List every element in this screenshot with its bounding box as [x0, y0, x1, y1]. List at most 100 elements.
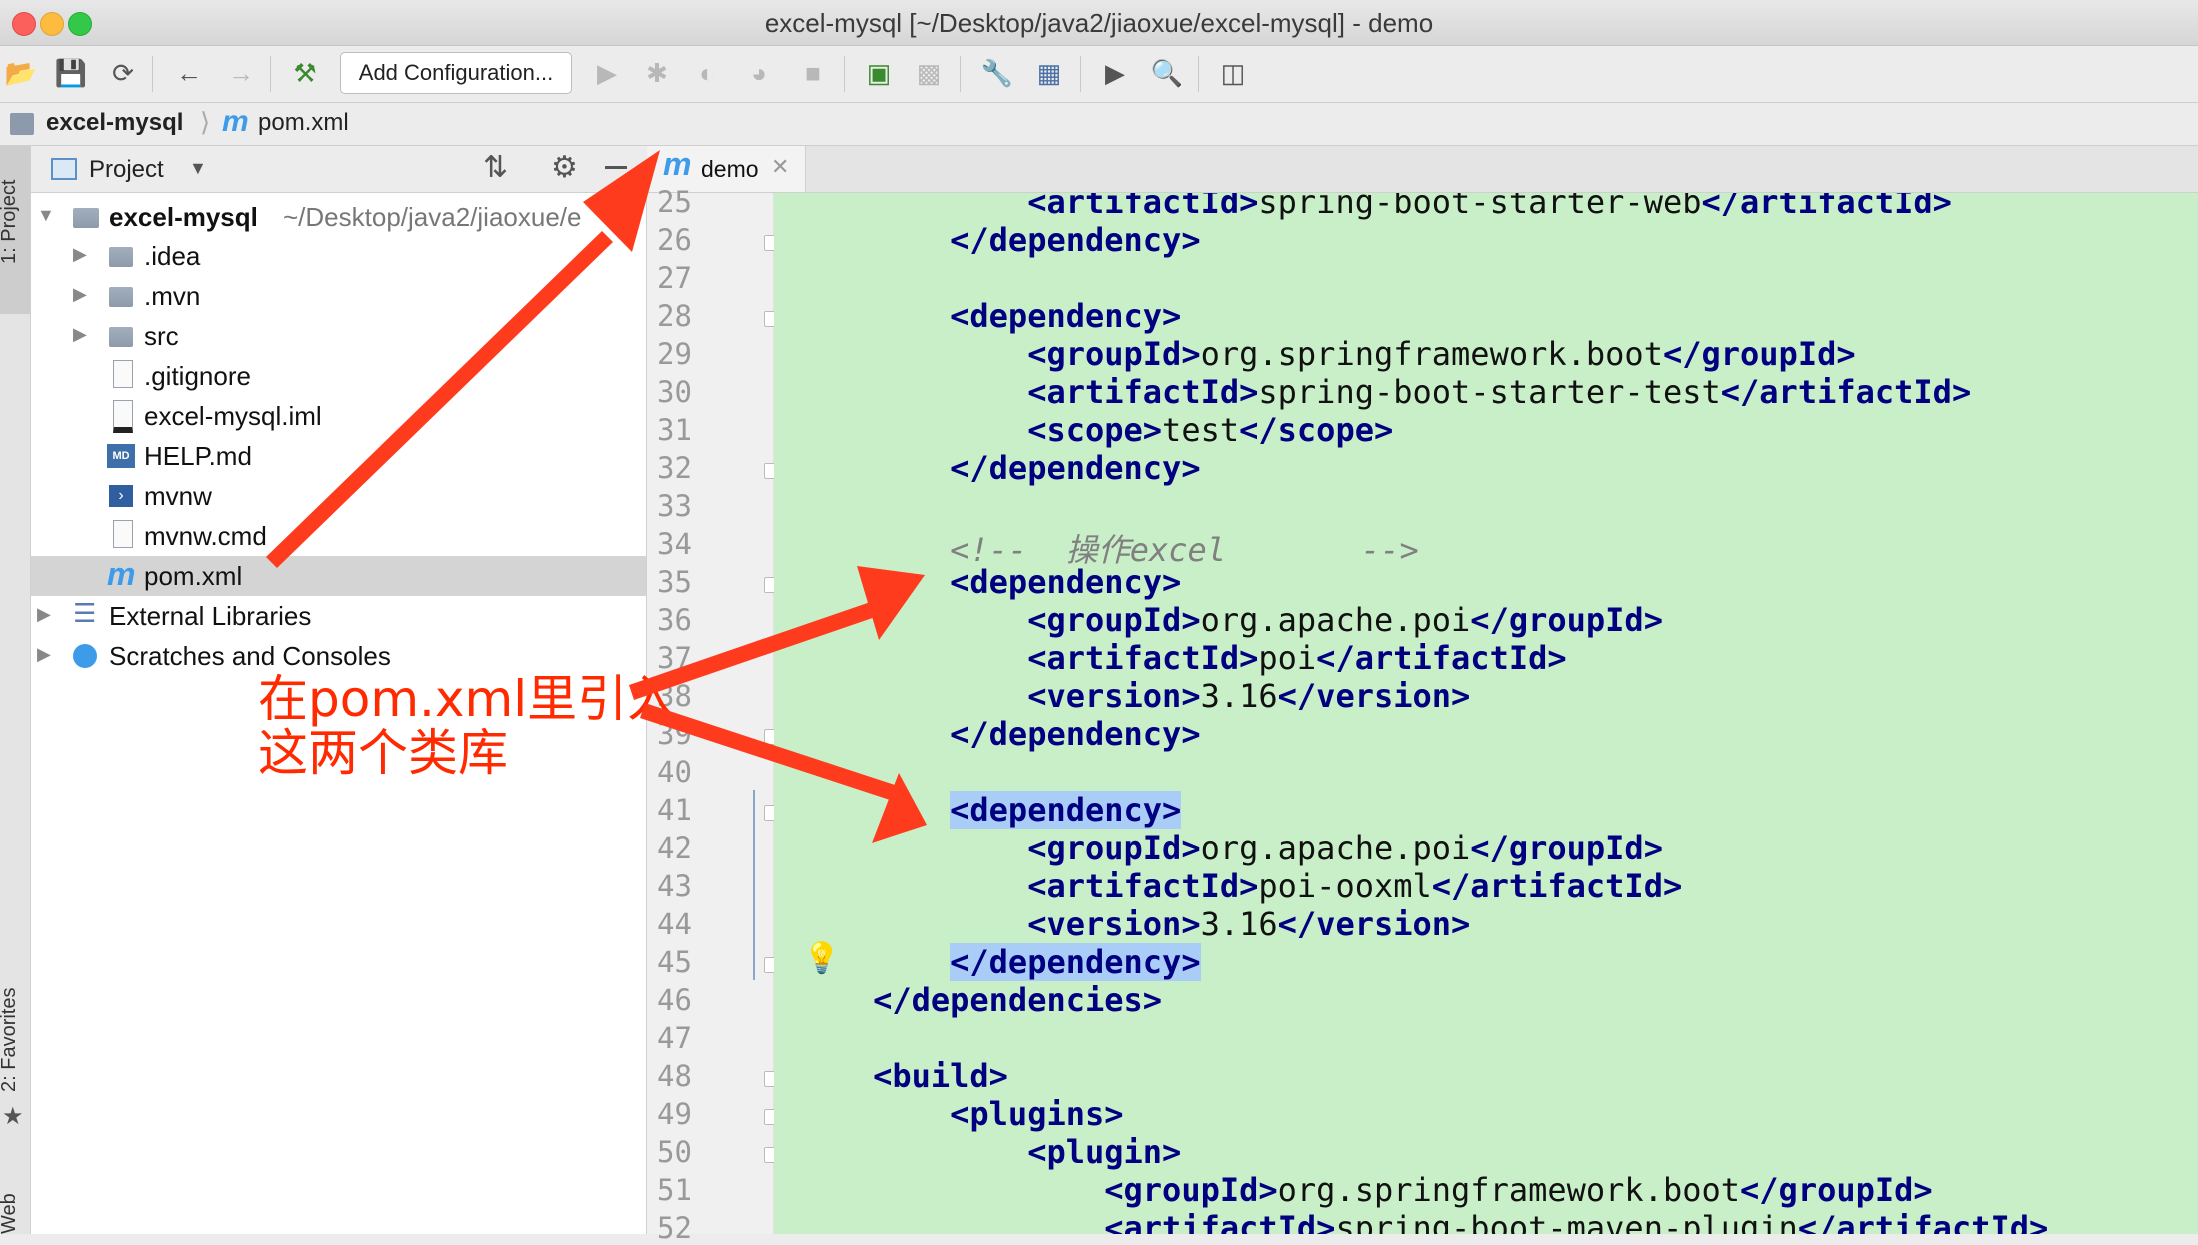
code-line[interactable]: <artifactId>poi</artifactId> [796, 639, 1567, 677]
lightbulb-intention-icon[interactable]: 💡 [803, 941, 840, 976]
code-line[interactable]: <plugin> [796, 1133, 1181, 1171]
tree-item[interactable]: excel-mysql.iml [31, 396, 646, 436]
back-icon[interactable]: ← [172, 56, 206, 90]
save-icon[interactable]: 💾 [54, 56, 88, 90]
title-bar: excel-mysql [~/Desktop/java2/jiaoxue/exc… [0, 0, 2198, 46]
tree-item[interactable]: .gitignore [31, 356, 646, 396]
tree-item[interactable]: MD HELP.md [31, 436, 646, 476]
code-token: </groupId> [1740, 1171, 1933, 1209]
project-structure-icon[interactable]: ▦ [1032, 56, 1066, 90]
hide-panel-icon[interactable] [605, 166, 627, 169]
code-line[interactable]: <build> [796, 1057, 1008, 1095]
project-tool-tab-label[interactable]: 1: Project [0, 180, 21, 264]
update-icon[interactable]: ▩ [912, 56, 946, 90]
breadcrumb-file[interactable]: pom.xml [258, 109, 349, 137]
code-line[interactable]: <groupId>org.apache.poi</groupId> [796, 601, 1663, 639]
run-icon[interactable]: ▶ [590, 56, 624, 90]
collapsed-arrow-icon[interactable]: ▶ [37, 644, 51, 665]
code-token: <artifactId> [1027, 867, 1259, 905]
code-line[interactable]: <version>3.16</version> [796, 677, 1470, 715]
line-number: 51 [657, 1173, 692, 1207]
code-line[interactable]: <groupId>org.springframework.boot</group… [796, 1171, 1933, 1209]
collapsed-arrow-icon[interactable]: ▶ [73, 284, 87, 305]
tree-root-row[interactable]: ▼ excel-mysql ~/Desktop/java2/jiaoxue/e [31, 197, 646, 237]
code-token: <plugin> [1027, 1133, 1182, 1171]
code-line[interactable]: </dependency> [796, 715, 1200, 753]
project-view-selector[interactable]: Project [89, 156, 164, 184]
code-token: spring-boot-starter-test [1258, 373, 1721, 411]
tree-item[interactable]: mvnw.cmd [31, 516, 646, 556]
code-line[interactable]: </dependencies> [796, 981, 1162, 1019]
tree-item-label: Scratches and Consoles [109, 641, 391, 671]
tree-item-label: .gitignore [144, 361, 251, 391]
line-number: 32 [657, 451, 692, 485]
chevron-down-icon[interactable]: ▼ [189, 158, 207, 179]
breadcrumb-separator: ⟩ [200, 107, 211, 137]
window-title: excel-mysql [~/Desktop/java2/jiaoxue/exc… [764, 8, 1434, 38]
code-line[interactable]: <scope>test</scope> [796, 411, 1393, 449]
code-line[interactable]: <dependency> [796, 297, 1181, 335]
wrench-settings-icon[interactable]: 🔧 [980, 56, 1014, 90]
open-folder-icon[interactable]: 📂 [4, 56, 38, 90]
web-tool-tab-label[interactable]: Web [0, 1193, 21, 1234]
deploy-icon[interactable]: ▣ [862, 56, 896, 90]
code-line[interactable]: <artifactId>poi-ooxml</artifactId> [796, 867, 1682, 905]
code-line[interactable]: <plugins> [796, 1095, 1123, 1133]
run-configuration-selector[interactable]: Add Configuration... [340, 52, 572, 94]
code-line[interactable]: <groupId>org.apache.poi</groupId> [796, 829, 1663, 867]
code-line[interactable]: </dependency> [796, 449, 1200, 487]
code-line[interactable]: <dependency> [796, 563, 1181, 601]
profile-icon[interactable]: ◕ [742, 56, 776, 90]
code-token: </artifactId> [1316, 639, 1567, 677]
tree-item-label: src [144, 321, 179, 351]
code-line[interactable]: <dependency> [796, 791, 1182, 829]
expand-arrow-icon[interactable]: ▼ [37, 205, 55, 226]
matched-tag-marker [753, 790, 755, 980]
code-token: </dependency> [950, 221, 1201, 259]
collapsed-arrow-icon[interactable]: ▶ [37, 604, 51, 625]
build-hammer-icon[interactable]: ⚒ [288, 56, 322, 90]
breadcrumb-project[interactable]: excel-mysql [46, 109, 183, 137]
line-number: 46 [657, 983, 692, 1017]
tree-item[interactable]: ▶ .idea [31, 236, 646, 276]
code-token: </artifactId> [1431, 867, 1683, 905]
vcs-icon[interactable]: ◫ [1216, 56, 1250, 90]
close-tab-icon[interactable]: ✕ [771, 154, 789, 180]
forward-icon[interactable]: → [224, 56, 258, 90]
terminal-icon[interactable]: ▶ [1098, 56, 1132, 90]
coverage-icon[interactable]: ◐ [690, 56, 724, 90]
folder-icon [109, 327, 133, 347]
tree-item[interactable]: ▶ src [31, 316, 646, 356]
line-number: 43 [657, 869, 692, 903]
tree-item[interactable]: › mvnw [31, 476, 646, 516]
code-editor[interactable]: <artifactId>spring-boot-starter-web</art… [774, 193, 2198, 1234]
tree-item-label: mvnw [144, 481, 212, 511]
tree-item[interactable]: ▶ .mvn [31, 276, 646, 316]
line-number: 49 [657, 1097, 692, 1131]
line-number: 33 [657, 489, 692, 523]
folder-icon [109, 287, 133, 307]
code-line[interactable]: <artifactId>spring-boot-starter-test</ar… [796, 373, 1971, 411]
stop-icon[interactable]: ■ [796, 56, 830, 90]
collapsed-arrow-icon[interactable]: ▶ [73, 324, 87, 345]
code-line[interactable]: <artifactId>spring-boot-starter-web</art… [796, 193, 1952, 221]
collapse-all-icon[interactable]: ⇅ [483, 150, 508, 185]
code-line[interactable]: <groupId>org.springframework.boot</group… [796, 335, 1855, 373]
sync-icon[interactable]: ⟳ [106, 56, 140, 90]
favorites-tool-tab-label[interactable]: 2: Favorites [0, 988, 21, 1092]
tree-item-selected[interactable]: m pom.xml [31, 556, 646, 596]
code-line[interactable]: <version>3.16</version> [796, 905, 1470, 943]
code-token: org.apache.poi [1200, 829, 1471, 867]
code-line[interactable]: </dependency> [796, 943, 1201, 981]
project-folder-icon [10, 113, 34, 135]
star-icon: ★ [2, 1103, 24, 1130]
code-line[interactable]: </dependency> [796, 221, 1201, 259]
code-line[interactable]: <artifactId>spring-boot-maven-plugin</ar… [796, 1209, 2048, 1234]
gear-icon[interactable]: ⚙ [551, 150, 578, 185]
debug-icon[interactable]: ✱ [640, 56, 674, 90]
search-icon[interactable]: 🔍 [1150, 56, 1184, 90]
collapsed-arrow-icon[interactable]: ▶ [73, 244, 87, 265]
tree-item-external-libraries[interactable]: ▶ ☰ External Libraries [31, 596, 646, 636]
